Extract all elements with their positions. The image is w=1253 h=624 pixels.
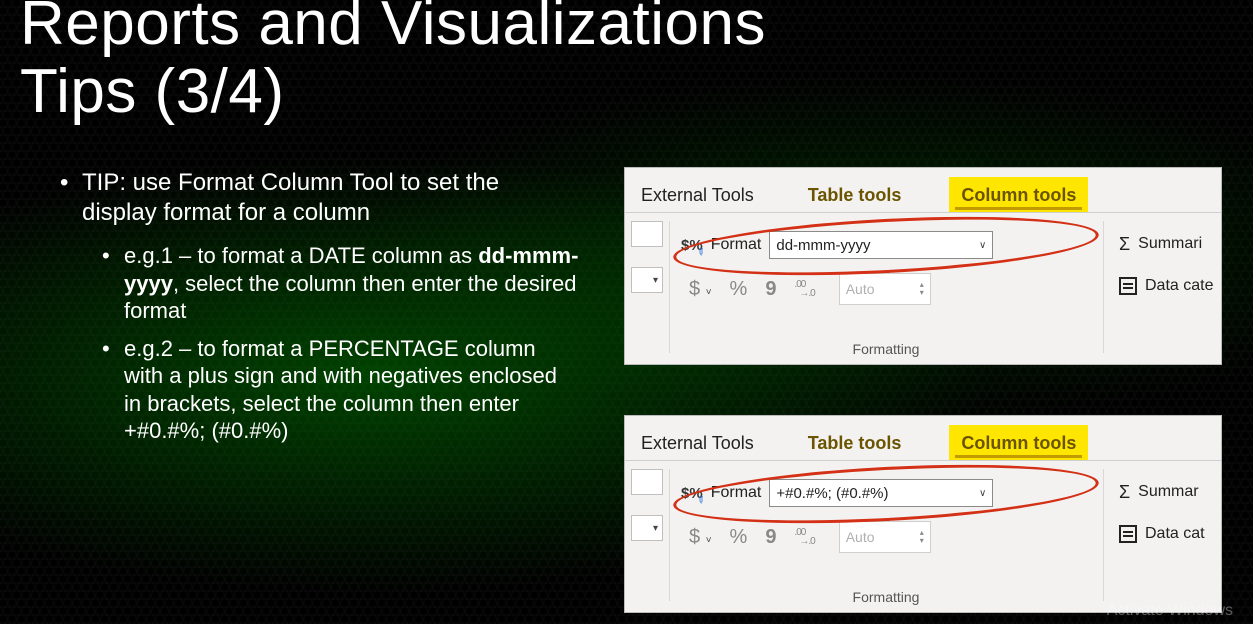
summarization-label: Summari <box>1138 235 1202 253</box>
left-cell-dropdown[interactable]: ▾ <box>631 515 663 541</box>
group-separator <box>1103 221 1104 353</box>
ribbon-tabs: External Tools Table tools Column tools <box>625 416 1221 461</box>
ribbon-tabs: External Tools Table tools Column tools <box>625 168 1221 213</box>
format-dropdown[interactable]: +#0.#%; (#0.#%) ∨ <box>769 479 993 507</box>
left-truncated-column: ▾ <box>631 469 663 561</box>
category-icon <box>1119 277 1137 295</box>
currency-button[interactable]: $ ˅ <box>689 526 712 549</box>
currency-button[interactable]: $ ˅ <box>689 278 712 301</box>
slide: Reports and Visualizations Tips (3/4) TI… <box>0 0 1253 624</box>
decimal-button[interactable]: .00→.0 <box>794 279 820 298</box>
data-category-row[interactable]: Data cate <box>1119 271 1213 301</box>
sigma-icon: Σ <box>1119 234 1130 255</box>
chevron-down-icon: ∨ <box>979 240 986 251</box>
tab-table-tools[interactable]: Table tools <box>802 423 908 460</box>
data-category-row[interactable]: Data cat <box>1119 519 1205 549</box>
summarization-row[interactable]: Σ Summar <box>1119 477 1205 507</box>
spinner-icon: ▴▾ <box>920 529 924 545</box>
tab-external-tools[interactable]: External Tools <box>635 423 760 460</box>
data-category-label: Data cate <box>1145 277 1213 295</box>
summarization-row[interactable]: Σ Summari <box>1119 229 1213 259</box>
sigma-icon: Σ <box>1119 482 1130 503</box>
thousands-button[interactable]: 9 <box>765 278 776 301</box>
group-separator <box>669 221 670 353</box>
auto-value: Auto <box>846 281 875 297</box>
percent-button[interactable]: % <box>730 278 748 301</box>
chevron-down-icon: ∨ <box>979 488 986 499</box>
tab-column-tools[interactable]: Column tools <box>949 177 1088 212</box>
format-value: dd-mmm-yyyy <box>776 237 870 254</box>
decimal-places-input[interactable]: Auto ▴▾ <box>839 521 931 553</box>
chevron-down-icon: ˅ <box>706 287 712 298</box>
chevron-down-icon: ▾ <box>653 275 658 286</box>
format-buttons-row: $ ˅ % 9 .00→.0 Auto ▴▾ <box>689 273 931 305</box>
left-cell-dropdown[interactable]: ▾ <box>631 267 663 293</box>
windows-watermark: Activate Windows <box>1107 602 1233 620</box>
decimal-places-input[interactable]: Auto ▴▾ <box>839 273 931 305</box>
format-label: Format <box>711 236 762 254</box>
ribbon-body: ▾ $%✎ Format +#0.#%; (#0.#%) ∨ $ ˅ % 9 .… <box>625 461 1221 611</box>
format-buttons-row: $ ˅ % 9 .00→.0 Auto ▴▾ <box>689 521 931 553</box>
right-truncated-column: Σ Summar Data cat <box>1119 477 1205 561</box>
group-label-formatting: Formatting <box>669 341 1103 357</box>
ribbon-body: ▾ $%✎ Format dd-mmm-yyyy ∨ $ ˅ % 9 .00→.… <box>625 213 1221 363</box>
right-truncated-column: Σ Summari Data cate <box>1119 229 1213 313</box>
format-dropdown[interactable]: dd-mmm-yyyy ∨ <box>769 231 993 259</box>
title-line-2: Tips (3/4) <box>20 57 285 126</box>
tip-eg2: e.g.2 – to format a PERCENTAGE column wi… <box>102 335 580 445</box>
format-value: +#0.#%; (#0.#%) <box>776 485 888 502</box>
format-label: Format <box>711 484 762 502</box>
format-icon: $%✎ <box>681 237 703 254</box>
percent-button[interactable]: % <box>730 526 748 549</box>
slide-body: TIP: use Format Column Tool to set the d… <box>60 168 580 455</box>
group-separator <box>1103 469 1104 601</box>
category-icon <box>1119 525 1137 543</box>
left-cell <box>631 469 663 495</box>
eg1-suffix: , select the column then enter the desir… <box>124 271 577 324</box>
chevron-down-icon: ˅ <box>706 535 712 546</box>
left-cell <box>631 221 663 247</box>
tab-column-tools[interactable]: Column tools <box>949 425 1088 460</box>
tab-table-tools[interactable]: Table tools <box>802 175 908 212</box>
group-separator <box>669 469 670 601</box>
format-row: $%✎ Format +#0.#%; (#0.#%) ∨ <box>681 479 993 507</box>
thousands-button[interactable]: 9 <box>765 526 776 549</box>
group-label-formatting: Formatting <box>669 589 1103 605</box>
chevron-down-icon: ▾ <box>653 523 658 534</box>
spinner-icon: ▴▾ <box>920 281 924 297</box>
format-row: $%✎ Format dd-mmm-yyyy ∨ <box>681 231 993 259</box>
format-icon: $%✎ <box>681 485 703 502</box>
tip-main: TIP: use Format Column Tool to set the d… <box>60 168 580 228</box>
eg1-prefix: e.g.1 – to format a DATE column as <box>124 243 478 268</box>
slide-title: Reports and Visualizations Tips (3/4) <box>20 0 766 126</box>
auto-value: Auto <box>846 529 875 545</box>
summarization-label: Summar <box>1138 483 1198 501</box>
left-truncated-column: ▾ <box>631 221 663 313</box>
tip-eg1: e.g.1 – to format a DATE column as dd-mm… <box>102 242 580 325</box>
ribbon-screenshot-1: External Tools Table tools Column tools … <box>625 168 1221 364</box>
decimal-button[interactable]: .00→.0 <box>794 527 820 546</box>
title-line-1: Reports and Visualizations <box>20 0 766 58</box>
data-category-label: Data cat <box>1145 525 1205 543</box>
ribbon-screenshot-2: External Tools Table tools Column tools … <box>625 416 1221 612</box>
tab-external-tools[interactable]: External Tools <box>635 175 760 212</box>
